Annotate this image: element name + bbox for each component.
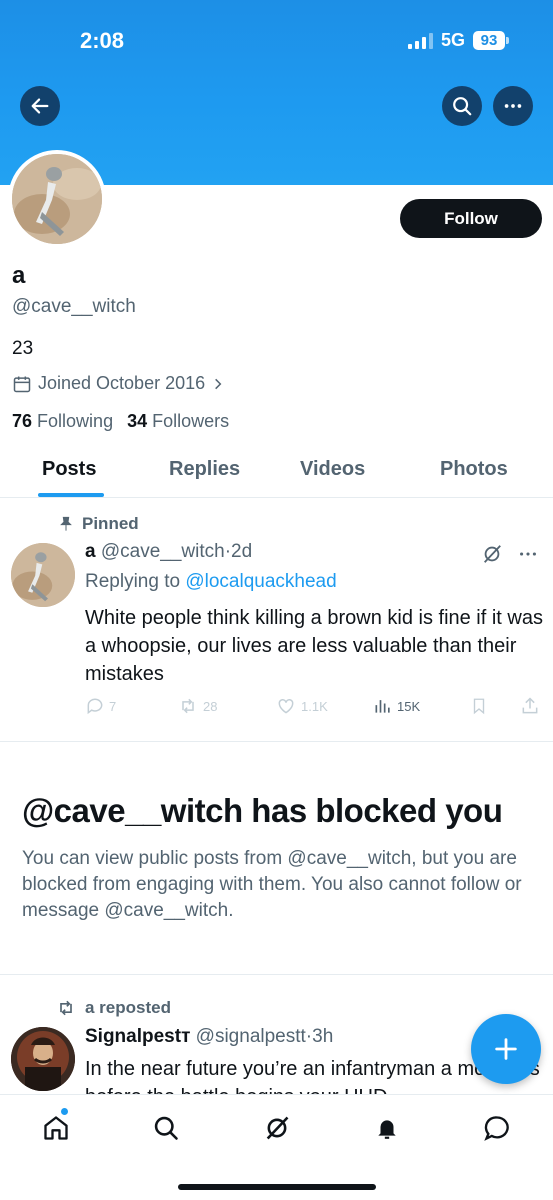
follow-stats: 76 Following 34 Followers — [12, 411, 229, 432]
nav-messages[interactable] — [482, 1113, 512, 1143]
more-button[interactable] — [493, 86, 533, 126]
divider — [0, 974, 553, 975]
portrait-image — [11, 1027, 75, 1091]
search-icon — [453, 97, 472, 116]
like-button[interactable]: 1.1K — [275, 696, 328, 716]
post-text: White people think killing a brown kid i… — [85, 607, 543, 685]
chat-bubble-icon — [484, 1116, 509, 1141]
repost-icon — [182, 698, 194, 714]
views-chart-icon — [375, 700, 390, 713]
post-avatar[interactable] — [11, 1027, 75, 1091]
following-link[interactable]: 76 Following — [12, 411, 113, 432]
profile-handle: @cave__witch — [12, 296, 136, 317]
post-header: Signalpestт @signalpestt·3h — [85, 1026, 334, 1047]
plus-icon — [495, 1038, 517, 1060]
signal-icon — [407, 32, 433, 49]
tab-photos[interactable]: Photos — [440, 458, 508, 481]
post-author[interactable]: a — [85, 541, 96, 562]
reply-icon — [87, 698, 103, 715]
post-time: 2d — [231, 541, 253, 562]
search-button[interactable] — [442, 86, 482, 126]
repost-indicator: a reposted — [55, 998, 171, 1018]
tab-replies[interactable]: Replies — [169, 458, 240, 481]
follow-button[interactable]: Follow — [400, 199, 542, 238]
share-icon — [522, 697, 538, 714]
bookmark-icon — [473, 698, 485, 715]
profile-tabs: Posts Replies Videos Photos — [0, 440, 553, 498]
profile-name: a — [12, 262, 26, 289]
joined-label: Joined October 2016 — [38, 373, 206, 393]
divider — [0, 741, 553, 742]
profile-bio: 23 — [12, 338, 34, 359]
nav-search[interactable] — [151, 1113, 181, 1143]
post-handle[interactable]: @cave__witch — [101, 541, 225, 562]
post-tools — [481, 543, 539, 565]
post-avatar[interactable] — [11, 543, 75, 607]
search-icon — [154, 1116, 178, 1140]
repost-button[interactable]: 28 — [177, 696, 217, 716]
tab-posts[interactable]: Posts — [42, 458, 96, 481]
blocked-message: You can view public posts from @cave__wi… — [22, 848, 522, 921]
calendar-icon — [13, 376, 31, 392]
network-label: 5G — [440, 30, 465, 50]
heart-icon — [278, 698, 294, 714]
grok-icon[interactable] — [481, 543, 503, 565]
reply-button[interactable]: 7 — [85, 696, 116, 716]
home-icon — [44, 1116, 68, 1140]
notification-dot — [61, 1108, 68, 1115]
nav-grok[interactable] — [262, 1113, 292, 1143]
back-arrow-icon — [31, 98, 49, 114]
home-indicator — [178, 1184, 376, 1190]
views-button[interactable]: 15K — [373, 696, 420, 716]
grok-icon — [266, 1116, 289, 1140]
bookmark-button[interactable] — [470, 696, 488, 716]
followers-link[interactable]: 34 Followers — [127, 411, 229, 432]
post-handle[interactable]: @signalpestt — [196, 1026, 306, 1047]
compose-button[interactable] — [471, 1014, 541, 1084]
status-time: 2:08 — [80, 28, 125, 53]
joined-date[interactable]: Joined October 2016 — [12, 373, 225, 394]
pinned-label: Pinned — [82, 514, 139, 533]
bell-icon — [378, 1120, 396, 1139]
cat-photo-image — [11, 543, 75, 607]
post-header: a @cave__witch·2d — [85, 541, 253, 562]
pinned-indicator: Pinned — [58, 514, 139, 534]
repost-icon — [60, 1000, 72, 1016]
repost-label: a reposted — [85, 998, 171, 1017]
chevron-right-icon — [215, 378, 222, 389]
post-time: 3h — [312, 1026, 334, 1047]
more-icon — [504, 104, 522, 108]
profile-avatar[interactable] — [8, 150, 106, 248]
cat-photo-image — [12, 154, 102, 244]
battery-icon: 93 — [473, 31, 509, 50]
more-options-icon[interactable] — [517, 543, 539, 565]
pin-icon — [60, 516, 72, 531]
replying-to-link[interactable]: @localquackhead — [185, 571, 336, 592]
battery-level: 93 — [473, 31, 505, 50]
blocked-title: @cave__witch has blocked you — [22, 792, 503, 829]
tab-videos[interactable]: Videos — [300, 458, 365, 481]
back-button[interactable] — [20, 86, 60, 126]
replying-to: Replying to @localquackhead — [85, 571, 337, 592]
active-tab-indicator — [38, 493, 104, 497]
post-author[interactable]: Signalpestт — [85, 1026, 190, 1047]
nav-home[interactable] — [41, 1113, 71, 1143]
share-button[interactable] — [520, 696, 540, 716]
nav-notifications[interactable] — [372, 1113, 402, 1143]
status-indicators: 5G 93 — [407, 30, 509, 51]
post-actions: 7 28 1.1K 15K — [85, 696, 545, 718]
